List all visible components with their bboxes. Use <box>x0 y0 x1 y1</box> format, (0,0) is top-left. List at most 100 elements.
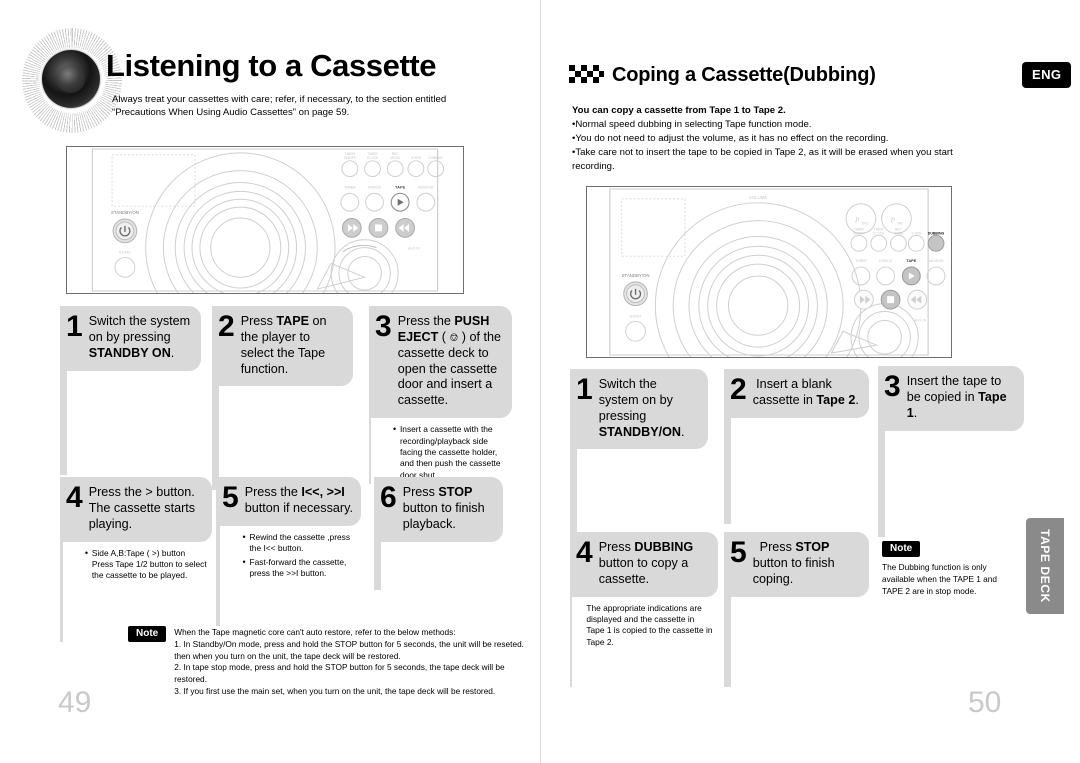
step-note-item: Side A,B:Tape ( >) button Press Tape 1/2… <box>85 547 208 582</box>
tape-play-button-drawing <box>390 192 410 212</box>
step-number: 3 <box>375 310 392 343</box>
step-tail: Rewind the cassette ,press the I<< butto… <box>216 525 361 626</box>
svg-text:MODE: MODE <box>894 231 903 235</box>
intro-bullet: •Normal speed dubbing in selecting Tape … <box>572 118 812 130</box>
step-card-r2: 2 Insert a blank cassette in Tape 2. <box>724 369 869 524</box>
svg-text:DVD: DVD <box>862 222 869 226</box>
standby-on-button-drawing <box>112 218 138 244</box>
svg-text:TUNER: TUNER <box>855 259 867 263</box>
step-instruction: Press the PUSH EJECT ( ⎊ ) of the casset… <box>397 314 501 408</box>
svg-text:DVD/CD: DVD/CD <box>368 185 381 189</box>
svg-text:ON/OFF: ON/OFF <box>344 156 356 160</box>
svg-text:AUX IN: AUX IN <box>408 247 420 251</box>
step-number: 6 <box>380 481 397 514</box>
note-line: When the Tape magnetic core can't auto r… <box>174 627 456 637</box>
note-block-right: Note The Dubbing function is only availa… <box>882 538 1000 597</box>
step-header: 2 Insert a blank cassette in Tape 2. <box>724 369 869 418</box>
step-card-6: 6 Press STOP button to finish playback. <box>374 477 503 590</box>
note-badge: Note <box>128 626 167 642</box>
step-note-item: Fast-forward the cassette, press the >>I… <box>242 556 357 580</box>
note-text: The Dubbing function is only available w… <box>882 562 998 596</box>
step-tail: Insert a cassette with the recording/pla… <box>369 418 512 485</box>
svg-text:ECHO: ECHO <box>630 313 641 318</box>
step-notes: The appropriate indications are displaye… <box>572 597 718 687</box>
step-number: 2 <box>730 373 747 406</box>
step-tail <box>374 541 503 590</box>
note-line: 2. In tape stop mode, press and hold the… <box>174 662 505 685</box>
step-number: 5 <box>222 481 239 514</box>
note-block-left: Note When the Tape magnetic core can't a… <box>128 626 528 698</box>
manual-page-spread: Listening to a Cassette Always treat you… <box>0 0 1080 763</box>
step-header: 5 Press STOP button to finish coping. <box>724 532 869 597</box>
step-number: 4 <box>576 536 593 569</box>
step-note-item: The appropriate indications are displaye… <box>586 602 713 647</box>
svg-text:CLOCK: CLOCK <box>873 231 885 235</box>
step-instruction: Switch the system on by pressing STANDBY… <box>88 314 191 360</box>
step-tail: The appropriate indications are displaye… <box>570 596 718 687</box>
svg-text:TAPE: TAPE <box>395 184 406 189</box>
step-pole <box>724 417 731 524</box>
tape-play-button-drawing <box>901 266 921 286</box>
step-note-item: Insert a cassette with the recording/pla… <box>393 423 508 481</box>
side-tab-tape-deck[interactable]: TAPE DECK <box>1026 518 1064 614</box>
step-notes <box>67 371 85 475</box>
step-notes <box>731 597 749 687</box>
svg-text:ECHO: ECHO <box>119 250 130 255</box>
step-tail <box>60 370 201 475</box>
step-instruction: Press DUBBING button to copy a cassette. <box>598 540 694 586</box>
note-text: When the Tape magnetic core can't auto r… <box>174 626 528 698</box>
step-card-r1: 1 Switch the system on by pressing STAND… <box>570 369 708 556</box>
transport-buttons-drawing <box>341 218 415 238</box>
step-instruction: Insert the tape to be copied in Tape 1. <box>906 374 1007 420</box>
svg-text:CLOCK: CLOCK <box>367 156 379 160</box>
svg-text:MIC: MIC <box>897 222 904 226</box>
step-number: 2 <box>218 310 235 343</box>
step-pole <box>374 541 381 590</box>
step-header: 3 Press the PUSH EJECT ( ⎊ ) of the cass… <box>369 306 512 419</box>
step-number: 5 <box>730 536 747 569</box>
page-spine-divider <box>540 0 541 763</box>
page-number-right: 50 <box>968 686 1002 719</box>
step-card-4: 4 Press the > button. The cassette start… <box>60 477 212 642</box>
step-header: 4 Press the > button. The cassette start… <box>60 477 212 542</box>
step-instruction: Press the I<<, >>I button if necessary. <box>244 485 353 515</box>
step-header: 4 Press DUBBING button to copy a cassett… <box>570 532 718 597</box>
step-instruction: Insert a blank cassette in Tape 2. <box>752 377 859 407</box>
step-header: 3 Insert the tape to be copied in Tape 1… <box>878 366 1024 431</box>
device-front-panel-drawing: VOLUME PP DVD MIC STANDBY/ON ECHO TIMERO… <box>609 188 946 357</box>
svg-text:P: P <box>854 218 860 225</box>
step-pole <box>212 386 219 491</box>
note-line: 3. If you first use the main set, when y… <box>174 685 496 696</box>
language-badge: ENG <box>1022 62 1072 88</box>
note-line: 1. In Standby/On mode, press and hold th… <box>174 638 524 661</box>
svg-text:ON/OFF: ON/OFF <box>853 231 865 235</box>
device-front-panel-drawing: STANDBY/ON ECHO TIMERON/OFF TIMERCLOCK R… <box>91 148 445 293</box>
step-card-1: 1 Switch the system on by pressing STAND… <box>60 306 201 475</box>
standby-on-button-drawing <box>623 281 648 307</box>
step-number: 1 <box>576 373 593 406</box>
page-title: Listening to a Cassette <box>106 48 437 83</box>
step-card-2: 2 Press TAPE on the player to select the… <box>212 306 353 491</box>
svg-text:S-SRS: S-SRS <box>911 231 921 235</box>
step-card-3: 3 Press the PUSH EJECT ( ⎊ ) of the cass… <box>369 306 512 485</box>
step-instruction: Press TAPE on the player to select the T… <box>240 314 327 376</box>
intro-bullet: •You do not need to adjust the volume, a… <box>572 132 889 144</box>
step-number: 4 <box>66 481 83 514</box>
svg-text:TAPE: TAPE <box>906 258 917 263</box>
step-card-r5: 5 Press STOP button to finish coping. <box>724 532 869 687</box>
step-instruction: Press the > button. The cassette starts … <box>88 485 196 531</box>
intro-lead: You can copy a cassette from Tape 1 to T… <box>572 105 786 116</box>
step-instruction: Press STOP button to finish coping. <box>752 540 835 586</box>
page-subtitle: Always treat your cassettes with care; r… <box>112 94 447 118</box>
step-pole <box>724 596 731 687</box>
section-intro: You can copy a cassette from Tape 1 to T… <box>572 104 992 174</box>
svg-text:STANDBY/ON: STANDBY/ON <box>111 210 139 215</box>
step-card-r3: 3 Insert the tape to be copied in Tape 1… <box>878 366 1024 537</box>
step-header: 6 Press STOP button to finish playback. <box>374 477 503 542</box>
transport-buttons-drawing <box>854 289 928 310</box>
svg-text:DUBBING: DUBBING <box>928 231 945 235</box>
device-illustration-right: VOLUME PP DVD MIC STANDBY/ON ECHO TIMER … <box>586 186 952 358</box>
step-number: 3 <box>884 370 901 403</box>
dubbing-button-drawing <box>927 234 945 252</box>
speaker-dome-icon <box>57 65 85 93</box>
